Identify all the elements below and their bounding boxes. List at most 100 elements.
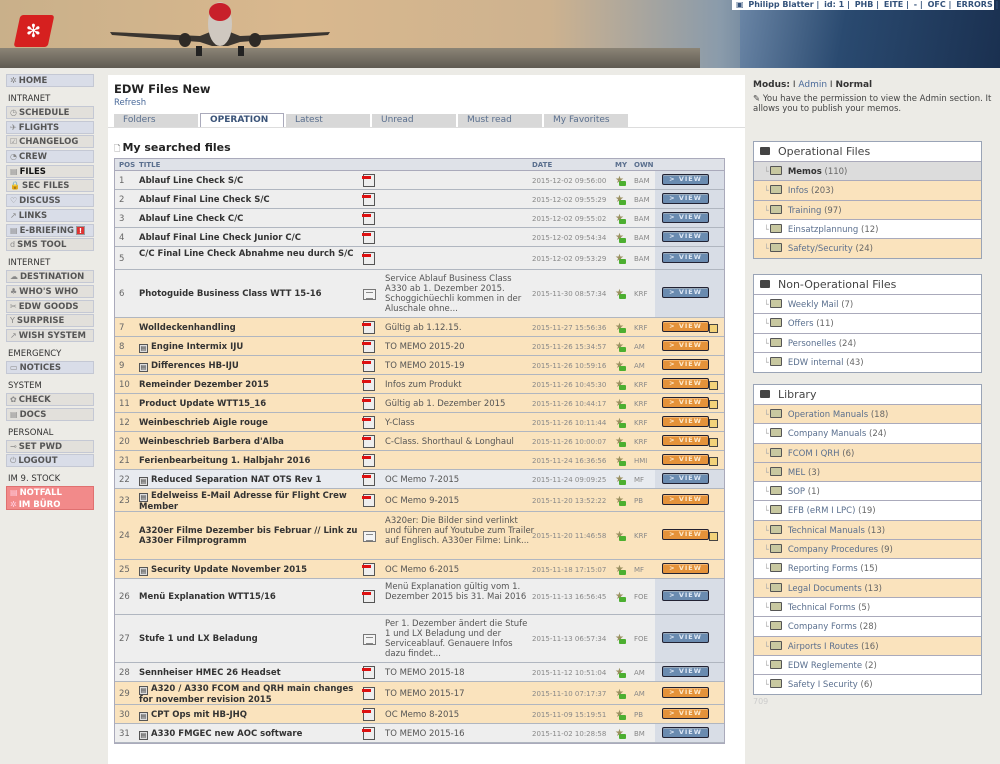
pdf-icon[interactable] [362,472,376,487]
tab-latest[interactable]: Latest [286,114,370,127]
my-files-icon[interactable]: ★ [615,728,627,739]
folder-reporting-forms[interactable]: └ Reporting Forms (15) [754,559,981,579]
refresh-link[interactable]: Refresh [114,98,146,108]
row-title[interactable]: Weinbeschrieb Aigle rouge [139,418,363,428]
row-title[interactable]: C/C Final Line Check Abnahme neu durch S… [139,249,363,259]
pdf-icon[interactable] [362,230,376,245]
pdf-icon[interactable] [362,562,376,577]
pdf-icon[interactable] [362,493,376,508]
folder-weekly-mail[interactable]: └ Weekly Mail (7) [754,295,981,315]
folder-box-title[interactable]: Library [754,385,981,405]
my-files-icon[interactable]: ★ [615,341,627,352]
my-files-icon[interactable]: ★ [615,253,627,264]
edelweiss-logo[interactable]: ✻ [13,15,55,47]
pdf-icon[interactable] [362,453,376,468]
nav-links[interactable]: ↗ LINKS [6,208,94,222]
folder-airports-i-routes[interactable]: └ Airports I Routes (16) [754,636,981,656]
tab-operation[interactable]: OPERATION [200,113,284,127]
pdf-icon[interactable] [362,707,376,722]
folder-training[interactable]: └ Training (97) [754,200,981,220]
nav-home[interactable]: ✲ HOME [6,74,94,87]
row-title[interactable]: ▤ Engine Intermix IJU [139,342,363,353]
col-title[interactable]: TITLE [139,161,160,169]
nav-changelog[interactable]: ☑ CHANGELOG [6,135,94,149]
row-title[interactable]: ▤ A320 / A330 FCOM and QRH main changes f… [139,684,363,705]
my-files-icon[interactable]: ★ [615,232,627,243]
view-button[interactable]: > VIEW [662,230,709,242]
folder-safety-i-security[interactable]: └ Safety I Security (6) [754,675,981,694]
document-icon[interactable] [363,632,376,646]
my-files-icon[interactable]: ★ [615,564,627,575]
favorite-checkbox[interactable] [709,456,718,466]
view-button[interactable]: > VIEW [662,287,709,298]
row-title[interactable]: Stufe 1 und LX Beladung [139,634,363,644]
view-button[interactable]: > VIEW [662,529,709,540]
row-title[interactable]: ▤ CPT Ops mit HB-JHQ [139,710,363,721]
tab-my-favorites[interactable]: My Favorites [544,114,628,127]
row-title[interactable]: Photoguide Business Class WTT 15-16 [139,289,363,299]
my-files-icon[interactable]: ★ [615,530,627,541]
tab-must-read[interactable]: Must read [458,114,542,127]
nav-sms-tool[interactable]: d SMS TOOL [6,238,94,252]
folder-mel[interactable]: └ MEL (3) [754,462,981,483]
view-button[interactable]: > VIEW [662,415,709,427]
ofc-link[interactable]: OFC | [928,0,952,9]
nav-flights[interactable]: ✈ FLIGHTS [6,120,94,134]
my-files-icon[interactable]: ★ [615,360,627,371]
favorite-checkbox[interactable] [709,380,718,390]
tab-folders[interactable]: Folders [114,114,198,127]
view-button[interactable]: > VIEW [662,707,709,719]
folder-company-forms[interactable]: └ Company Forms (28) [754,617,981,637]
view-button[interactable]: > VIEW [662,434,709,446]
nav-set-pwd[interactable]: ⊸ SET PWD [6,439,94,453]
nav-notfall[interactable]: ▤ NOTFALL ✲ IM BÜRO [6,486,94,511]
row-title[interactable]: Ablauf Line Check C/C [139,214,363,224]
nav-who-s-who[interactable]: ♣ WHO'S WHO [6,284,94,298]
view-button[interactable]: > VIEW [662,453,709,465]
pdf-icon[interactable] [362,358,376,373]
view-button[interactable]: > VIEW [662,493,709,505]
errors-link[interactable]: ERRORS | [956,0,998,9]
pdf-icon[interactable] [362,590,376,604]
folder-box-title[interactable]: Non-Operational Files [754,275,981,295]
nav-crew[interactable]: ◔ CREW [6,150,94,164]
my-files-icon[interactable]: ★ [615,495,627,506]
folder-einsatzplannung[interactable]: └ Einsatzplannung (12) [754,220,981,240]
nav-surprise[interactable]: Y SURPRISE [6,314,94,328]
dash-link[interactable]: - | [914,0,923,9]
folder-sop[interactable]: └ SOP (1) [754,482,981,502]
folder-safety-security[interactable]: └ Safety/Security (24) [754,239,981,259]
nav-files[interactable]: ▤ FILES [6,164,94,178]
folder-memos[interactable]: └ Memos (110) [754,162,981,182]
folder-company-procedures[interactable]: └ Company Procedures (9) [754,540,981,560]
row-title[interactable]: ▤ Security Update November 2015 [139,565,363,576]
folder-operation-manuals[interactable]: └ Operation Manuals (18) [754,405,981,425]
pdf-icon[interactable] [362,665,376,680]
nav-notices[interactable]: ▭ NOTICES [6,360,94,374]
favorite-checkbox[interactable] [709,437,718,447]
pdf-icon[interactable] [362,320,376,335]
view-button[interactable]: > VIEW [662,590,709,601]
my-files-icon[interactable]: ★ [615,288,627,299]
tab-unread[interactable]: Unread [372,114,456,127]
nav-docs[interactable]: ▤ DOCS [6,407,94,421]
folder-personelles[interactable]: └ Personelles (24) [754,334,981,353]
folder-fcom-i-qrh[interactable]: └ FCOM I QRH (6) [754,443,981,463]
my-files-icon[interactable]: ★ [615,322,627,333]
folder-technical-manuals[interactable]: └ Technical Manuals (13) [754,520,981,541]
row-title[interactable]: Sennheiser HMEC 26 Headset [139,668,363,678]
row-title[interactable]: Menü Explanation WTT15/16 [139,592,363,602]
view-button[interactable]: > VIEW [662,251,709,263]
my-files-icon[interactable]: ★ [615,417,627,428]
my-files-icon[interactable]: ★ [615,709,627,720]
my-files-icon[interactable]: ★ [615,591,627,602]
folder-efb-erm-i-lpc[interactable]: └ EFB (eRM I LPC) (19) [754,501,981,521]
user-code-link[interactable]: PHB | [855,0,879,9]
favorite-checkbox[interactable] [709,323,718,333]
my-files-icon[interactable]: ★ [615,633,627,644]
nav-discuss[interactable]: ♡ DISCUSS [6,194,94,208]
folder-edw-internal[interactable]: └ EDW internal (43) [754,353,981,372]
row-title[interactable]: Ablauf Final Line Check Junior C/C [139,233,363,243]
view-button[interactable]: > VIEW [662,192,709,204]
row-title[interactable]: ▤ Reduced Separation NAT OTS Rev 1 [139,475,363,486]
